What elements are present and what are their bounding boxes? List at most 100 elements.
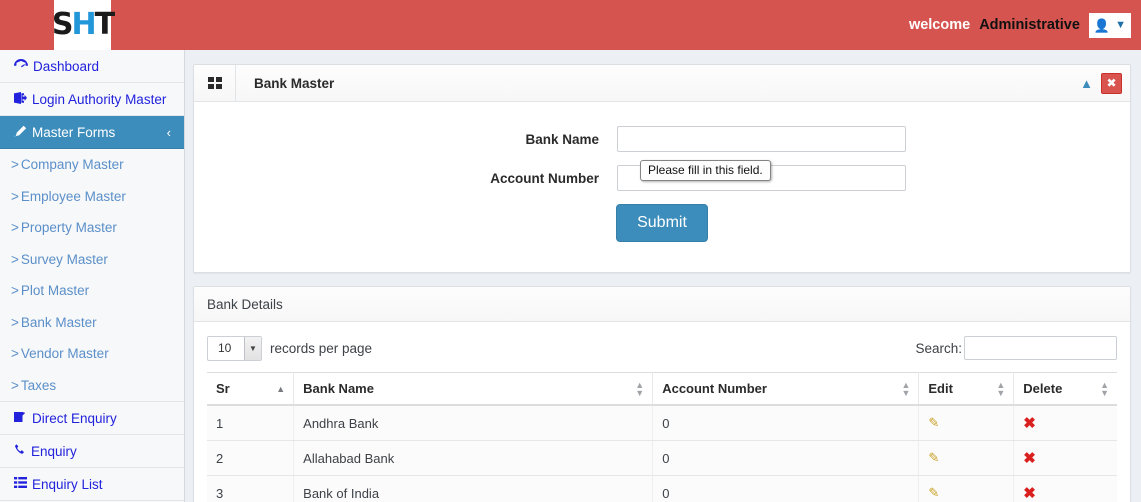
sidebar-item-plot-master[interactable]: > Plot Master — [0, 275, 184, 307]
bank-details-body: 10 ▼ records per page Search: Sr ▲ Bank … — [194, 322, 1130, 502]
records-per-page-label: records per page — [270, 340, 373, 356]
column-label: Edit — [928, 381, 953, 396]
sidebar-sub-label: Taxes — [20, 377, 57, 393]
column-label: Delete — [1023, 381, 1063, 396]
cross-icon[interactable]: ✖ — [1023, 485, 1036, 502]
table-header-row: Sr ▲ Bank Name ▲ ▼ Account Number ▲ ▼ Ed… — [207, 372, 1117, 406]
sidebar-item-login-authority-master[interactable]: Login Authority Master — [0, 83, 184, 116]
user-menu-button[interactable]: 👤 ▼ — [1088, 12, 1131, 38]
column-header-edit[interactable]: Edit ▲ ▼ — [918, 372, 1015, 406]
column-label: Bank Name — [303, 381, 374, 396]
cell-account-number: 0 — [652, 405, 920, 441]
sidebar-item-company-master[interactable]: > Company Master — [0, 149, 184, 181]
bank-details-header: Bank Details — [194, 287, 1130, 322]
column-header-delete[interactable]: Delete ▲ ▼ — [1013, 372, 1117, 406]
welcome-area: welcome Administrative 👤 ▼ — [909, 0, 1131, 50]
sort-asc-icon: ▲ — [276, 383, 286, 394]
app-root: SHT welcome Administrative 👤 ▼ Dashboard… — [0, 0, 1141, 502]
cross-icon[interactable]: ✖ — [1023, 415, 1036, 432]
bank-master-form: Bank Name Account Number Please fill in … — [194, 102, 1130, 242]
sidebar-item-label: Master Forms — [32, 124, 116, 140]
submit-button[interactable]: Submit — [616, 204, 708, 242]
sidebar-item-label: Dashboard — [33, 58, 100, 74]
search-control: Search: — [915, 336, 1117, 360]
panel-header: Bank Master ▲ ✖ — [194, 65, 1130, 102]
grid-icon — [194, 65, 236, 101]
logo-letter-h: H — [71, 7, 97, 42]
sidebar-item-vendor-master[interactable]: > Vendor Master — [0, 338, 184, 370]
pencil-icon[interactable]: ✎ — [928, 450, 939, 465]
top-header-bar: SHT welcome Administrative 👤 ▼ — [0, 0, 1141, 50]
submit-row: Submit — [194, 204, 1130, 242]
sort-both-icon: ▲ ▼ — [1100, 379, 1109, 398]
cell-edit: ✎ — [918, 405, 1015, 441]
sidebar-item-label: Login Authority Master — [32, 91, 167, 107]
account-number-label: Account Number — [490, 170, 599, 186]
pencil-icon — [14, 125, 27, 140]
cross-icon[interactable]: ✖ — [1023, 450, 1036, 467]
bank-name-input[interactable] — [617, 126, 906, 152]
sidebar-item-enquiry[interactable]: Enquiry — [0, 435, 184, 468]
welcome-label: welcome — [908, 17, 971, 33]
sidebar-item-employee-master[interactable]: > Employee Master — [0, 180, 184, 212]
column-header-account-number[interactable]: Account Number ▲ ▼ — [652, 372, 920, 406]
sidebar-sub-label: Vendor Master — [20, 346, 109, 362]
chevron-down-icon: ▼ — [244, 336, 261, 360]
sidebar-item-label: Direct Enquiry — [32, 410, 117, 426]
main-content: Bank Master ▲ ✖ Bank Name Account Number… — [185, 50, 1141, 502]
column-label: Sr — [216, 381, 230, 396]
cell-sr: 1 — [207, 405, 295, 441]
bank-details-panel: Bank Details 10 ▼ records per page Searc… — [193, 286, 1131, 502]
cell-sr: 3 — [207, 475, 295, 502]
close-icon[interactable]: ✖ — [1101, 72, 1122, 94]
pencil-icon[interactable]: ✎ — [928, 415, 939, 430]
sidebar-item-bank-master[interactable]: > Bank Master — [0, 306, 184, 338]
column-header-sr[interactable]: Sr ▲ — [207, 372, 295, 406]
sidebar-sub-label: Bank Master — [20, 314, 97, 330]
sidebar-item-taxes[interactable]: > Taxes — [0, 369, 184, 401]
sidebar-item-dashboard[interactable]: Dashboard — [0, 50, 184, 83]
caret-right-icon: > — [11, 220, 19, 236]
sidebar-item-survey-master[interactable]: > Survey Master — [0, 243, 184, 275]
page-title: Bank Master — [254, 75, 335, 91]
page-length-control: 10 ▼ records per page — [207, 335, 373, 361]
check-square-icon — [14, 411, 27, 426]
records-per-page-value: 10 — [218, 341, 232, 355]
cell-delete: ✖ — [1013, 440, 1117, 476]
sidebar-item-master-forms[interactable]: Master Forms ‹ — [0, 116, 184, 149]
column-header-bank-name[interactable]: Bank Name ▲ ▼ — [293, 372, 654, 406]
welcome-username: Administrative — [979, 17, 1080, 33]
sidebar-item-direct-enquiry[interactable]: Direct Enquiry — [0, 402, 184, 435]
sort-both-icon: ▲ ▼ — [996, 379, 1006, 398]
validation-tooltip: Please fill in this field. — [640, 160, 771, 181]
table-row: 2 Allahabad Bank 0 ✎ ✖ — [207, 440, 1117, 476]
search-label: Search: — [915, 340, 962, 356]
logo-text: SHT — [52, 7, 115, 42]
caret-right-icon: > — [11, 283, 19, 299]
sidebar-sub-label: Property Master — [20, 220, 117, 236]
dashboard-icon — [14, 59, 28, 73]
bank-details-table: Sr ▲ Bank Name ▲ ▼ Account Number ▲ ▼ Ed… — [207, 372, 1117, 502]
user-icon: 👤 — [1093, 17, 1111, 33]
bank-name-label: Bank Name — [525, 131, 599, 147]
table-row: 3 Bank of India 0 ✎ ✖ — [207, 475, 1117, 502]
table-header: Sr ▲ Bank Name ▲ ▼ Account Number ▲ ▼ Ed… — [207, 372, 1117, 406]
cell-bank-name: Bank of India — [293, 475, 654, 502]
cell-bank-name: Allahabad Bank — [293, 440, 654, 476]
table-body: 1 Andhra Bank 0 ✎ ✖ 2 Allahabad Bank 0 ✎… — [207, 405, 1117, 502]
pencil-icon[interactable]: ✎ — [928, 485, 939, 500]
search-input[interactable] — [964, 336, 1117, 360]
records-per-page-select[interactable]: 10 ▼ — [207, 335, 262, 361]
cell-account-number: 0 — [652, 475, 920, 502]
column-label: Account Number — [662, 381, 767, 396]
chevron-up-icon[interactable]: ▲ — [1080, 77, 1093, 90]
chevron-left-icon: ‹ — [166, 124, 171, 140]
sidebar-sub-label: Plot Master — [20, 283, 90, 299]
caret-right-icon: > — [11, 251, 19, 267]
chevron-down-icon: ▼ — [1115, 18, 1126, 31]
sidebar-item-property-master[interactable]: > Property Master — [0, 212, 184, 244]
sht-logo[interactable]: SHT — [52, 0, 115, 50]
sidebar-item-label: Enquiry List — [32, 476, 103, 492]
sidebar-item-enquiry-list[interactable]: Enquiry List — [0, 468, 184, 501]
sidebar-item-label: Enquiry — [31, 443, 77, 459]
